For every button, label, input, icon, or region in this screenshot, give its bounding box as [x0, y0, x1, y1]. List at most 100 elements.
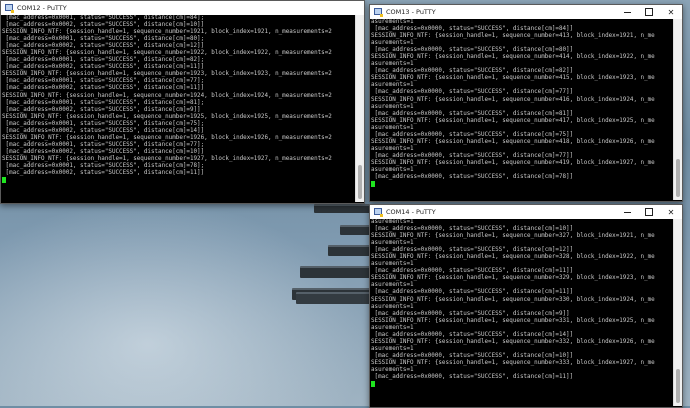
terminal-line: SESSION_INFO_NTF: {session_handle=1, seq…	[371, 254, 655, 261]
terminal-line: [mac_address=0x0000, status="SUCCESS", d…	[371, 26, 574, 33]
terminal-line: SESSION_INFO_NTF: {session_handle=1, seq…	[2, 50, 332, 57]
scrollbar-thumb[interactable]	[676, 369, 680, 403]
terminal-line: SESSION_INFO_NTF: {session_handle=1, seq…	[371, 159, 655, 166]
terminal-line: SESSION_INFO_NTF: {session_handle=1, seq…	[2, 134, 332, 141]
vertical-scrollbar[interactable]	[355, 15, 364, 202]
pier-plank	[328, 245, 372, 256]
terminal-line: [mac_address=0x0002, status="SUCCESS", d…	[2, 64, 205, 71]
terminal-line: [mac_address=0x0000, status="SUCCESS", d…	[371, 352, 574, 359]
terminal-line: [mac_address=0x0000, status="SUCCESS", d…	[371, 47, 574, 54]
scrollbar-thumb[interactable]	[676, 159, 680, 197]
vertical-scrollbar[interactable]	[673, 19, 682, 200]
minimize-button[interactable]	[616, 205, 638, 219]
putty-window-com14[interactable]: COM14 - PuTTY ✕ asurements=1 [mac_addres…	[369, 204, 683, 408]
terminal-line: [mac_address=0x0002, status="SUCCESS", d…	[2, 106, 201, 113]
terminal-line: asurements=1	[371, 219, 414, 225]
terminal-line: SESSION_INFO_NTF: {session_handle=1, seq…	[2, 92, 332, 99]
titlebar[interactable]: COM13 - PuTTY ✕	[370, 5, 682, 19]
terminal-output[interactable]: asurements=1 [mac_address=0x0000, status…	[371, 219, 674, 406]
minimize-icon	[623, 11, 631, 13]
terminal-line: [mac_address=0x0002, status="SUCCESS", d…	[2, 43, 205, 50]
terminal-line: asurements=1	[371, 261, 414, 268]
titlebar[interactable]: COM12 - PuTTY	[1, 1, 364, 15]
cursor-line	[371, 381, 674, 388]
terminal-line: [mac_address=0x0000, status="SUCCESS", d…	[371, 89, 574, 96]
terminal-cursor	[2, 177, 6, 184]
vertical-scrollbar[interactable]	[673, 219, 682, 406]
terminal-line: asurements=1	[371, 303, 414, 310]
close-icon: ✕	[667, 207, 675, 217]
terminal-line: [mac_address=0x0000, status="SUCCESS", d…	[371, 310, 570, 317]
terminal-line: [mac_address=0x0000, status="SUCCESS", d…	[371, 152, 574, 159]
terminal-line: SESSION_INFO_NTF: {session_handle=1, seq…	[371, 54, 655, 61]
putty-icon	[374, 208, 383, 217]
window-title: COM12 - PuTTY	[17, 4, 67, 12]
titlebar[interactable]: COM14 - PuTTY ✕	[370, 205, 682, 219]
terminal-line: [mac_address=0x0000, status="SUCCESS", d…	[371, 68, 574, 75]
terminal-line: [mac_address=0x0001, status="SUCCESS", d…	[2, 141, 205, 148]
terminal-line: asurements=1	[371, 366, 414, 373]
terminal-line: [mac_address=0x0000, status="SUCCESS", d…	[371, 131, 574, 138]
terminal-line: [mac_address=0x0001, status="SUCCESS", d…	[2, 99, 205, 106]
putty-window-com13[interactable]: COM13 - PuTTY ✕ asurements=1 [mac_addres…	[369, 4, 683, 202]
terminal-cursor	[371, 181, 375, 188]
terminal-line: [mac_address=0x0000, status="SUCCESS", d…	[371, 331, 574, 338]
terminal-line: [mac_address=0x0002, status="SUCCESS", d…	[2, 170, 205, 177]
scrollbar-thumb[interactable]	[358, 165, 362, 199]
terminal-line: SESSION_INFO_NTF: {session_handle=1, seq…	[2, 29, 332, 36]
terminal-line: [mac_address=0x0000, status="SUCCESS", d…	[371, 268, 574, 275]
terminal-line: SESSION_INFO_NTF: {session_handle=1, seq…	[2, 71, 332, 78]
terminal-line: asurements=1	[371, 40, 414, 47]
terminal-line: asurements=1	[371, 324, 414, 331]
pier-plank	[340, 225, 372, 235]
terminal-line: [mac_address=0x0001, status="SUCCESS", d…	[2, 36, 205, 43]
terminal-line: [mac_address=0x0002, status="SUCCESS", d…	[2, 148, 205, 155]
terminal-line: [mac_address=0x0000, status="SUCCESS", d…	[371, 289, 574, 296]
pier-plank	[314, 204, 372, 213]
terminal-line: asurements=1	[371, 103, 414, 110]
terminal-line: asurements=1	[371, 124, 414, 131]
pier-plank	[300, 266, 372, 278]
maximize-button[interactable]	[638, 5, 660, 19]
maximize-button[interactable]	[638, 205, 660, 219]
terminal-line: asurements=1	[371, 145, 414, 152]
terminal-line: [mac_address=0x0002, status="SUCCESS", d…	[2, 85, 205, 92]
minimize-button[interactable]	[616, 5, 638, 19]
putty-window-com12[interactable]: COM12 - PuTTY [mac_address=0x0001, statu…	[0, 0, 365, 204]
terminal-line: [mac_address=0x0001, status="SUCCESS", d…	[2, 78, 205, 85]
terminal-line: asurements=1	[371, 282, 414, 289]
terminal-line: SESSION_INFO_NTF: {session_handle=1, seq…	[371, 359, 655, 366]
terminal-line: SESSION_INFO_NTF: {session_handle=1, seq…	[371, 96, 655, 103]
terminal-line: [mac_address=0x0001, status="SUCCESS", d…	[2, 15, 205, 21]
close-icon: ✕	[667, 7, 675, 17]
terminal-line: asurements=1	[371, 166, 414, 173]
putty-icon	[5, 4, 14, 13]
close-button[interactable]: ✕	[660, 5, 682, 19]
terminal-line: SESSION_INFO_NTF: {session_handle=1, seq…	[2, 113, 332, 120]
terminal-cursor	[371, 381, 375, 388]
terminal-output[interactable]: [mac_address=0x0001, status="SUCCESS", d…	[2, 15, 356, 202]
terminal-line: asurements=1	[371, 61, 414, 68]
terminal-line: [mac_address=0x0000, status="SUCCESS", d…	[371, 110, 574, 117]
terminal-line: [mac_address=0x0000, status="SUCCESS", d…	[371, 247, 574, 254]
terminal-line: SESSION_INFO_NTF: {session_handle=1, seq…	[371, 75, 655, 82]
terminal-line: SESSION_INFO_NTF: {session_handle=1, seq…	[371, 317, 655, 324]
terminal-line: SESSION_INFO_NTF: {session_handle=1, seq…	[371, 233, 655, 240]
terminal-line: [mac_address=0x0001, status="SUCCESS", d…	[2, 120, 205, 127]
terminal-line: asurements=1	[371, 240, 414, 247]
close-button[interactable]: ✕	[660, 205, 682, 219]
terminal-line: [mac_address=0x0000, status="SUCCESS", d…	[371, 174, 574, 181]
terminal-line: SESSION_INFO_NTF: {session_handle=1, seq…	[371, 33, 655, 40]
terminal-line: SESSION_INFO_NTF: {session_handle=1, seq…	[371, 275, 655, 282]
terminal-line: SESSION_INFO_NTF: {session_handle=1, seq…	[2, 155, 332, 162]
terminal-line: [mac_address=0x0000, status="SUCCESS", d…	[371, 226, 574, 233]
terminal-line: SESSION_INFO_NTF: {session_handle=1, seq…	[371, 296, 655, 303]
terminal-line: SESSION_INFO_NTF: {session_handle=1, seq…	[371, 338, 655, 345]
cursor-line	[2, 177, 356, 184]
terminal-output[interactable]: asurements=1 [mac_address=0x0000, status…	[371, 19, 674, 200]
window-title: COM14 - PuTTY	[386, 208, 436, 216]
terminal-line: asurements=1	[371, 345, 414, 352]
cursor-line	[371, 181, 674, 188]
window-title: COM13 - PuTTY	[386, 8, 436, 16]
terminal-line: [mac_address=0x0000, status="SUCCESS", d…	[371, 374, 574, 381]
